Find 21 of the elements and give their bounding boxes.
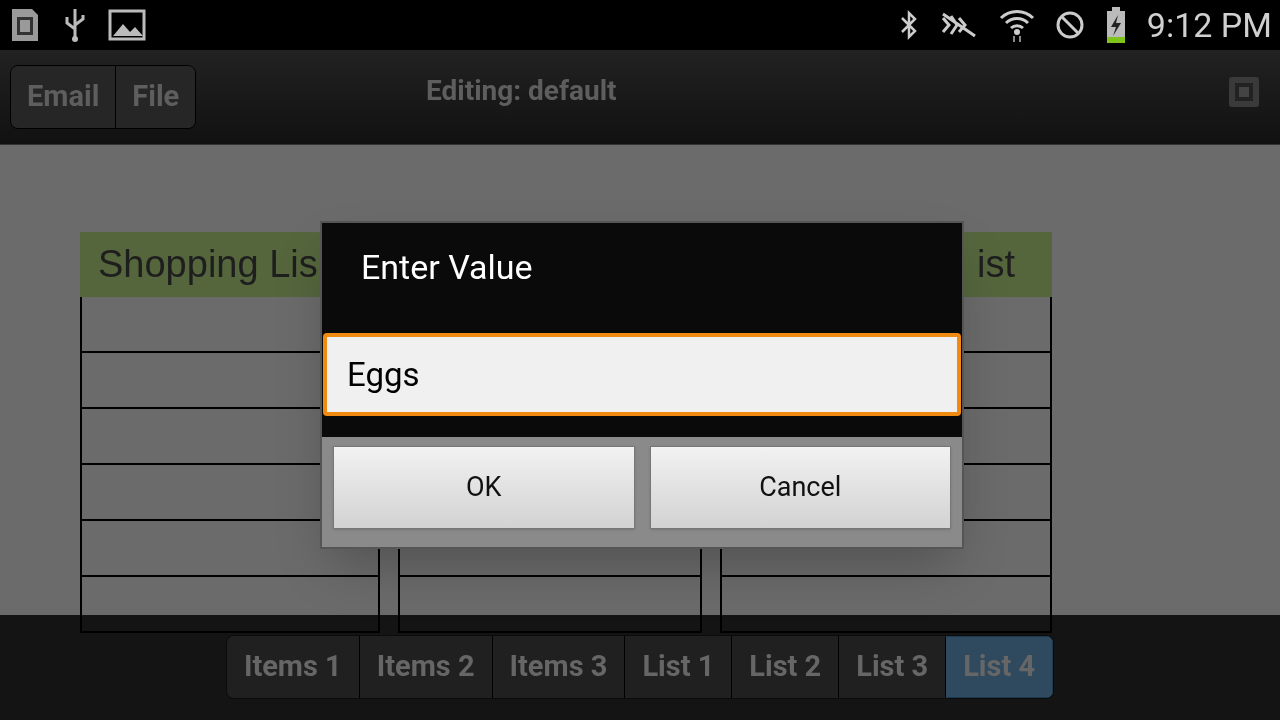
toolbar-button[interactable]: Email: [11, 66, 116, 128]
tab[interactable]: List 2: [731, 636, 839, 698]
tab[interactable]: Items 1: [226, 636, 359, 698]
tab[interactable]: List 1: [624, 636, 732, 698]
editing-title: Editing: default: [426, 73, 617, 109]
dialog-button[interactable]: OK: [333, 446, 635, 529]
bluetooth-icon: [898, 9, 919, 41]
header-text: ist: [977, 242, 1015, 287]
blocked-icon: [1054, 10, 1085, 40]
status-time: 9:12 PM: [1146, 8, 1272, 42]
header-text: Shopping Lis: [98, 242, 318, 287]
image-icon: [108, 9, 146, 41]
dialog-button[interactable]: Cancel: [649, 446, 951, 529]
input-field[interactable]: Eggs: [323, 333, 961, 416]
dialog-title: Enter Value: [361, 247, 534, 287]
tab[interactable]: Items 2: [358, 636, 492, 698]
toolbar-button[interactable]: File: [115, 66, 196, 128]
grid-icon: [1228, 76, 1260, 108]
battery-charging-icon: [1104, 6, 1127, 44]
tab[interactable]: Items 3: [491, 636, 625, 698]
tab[interactable]: List 3: [838, 636, 946, 698]
